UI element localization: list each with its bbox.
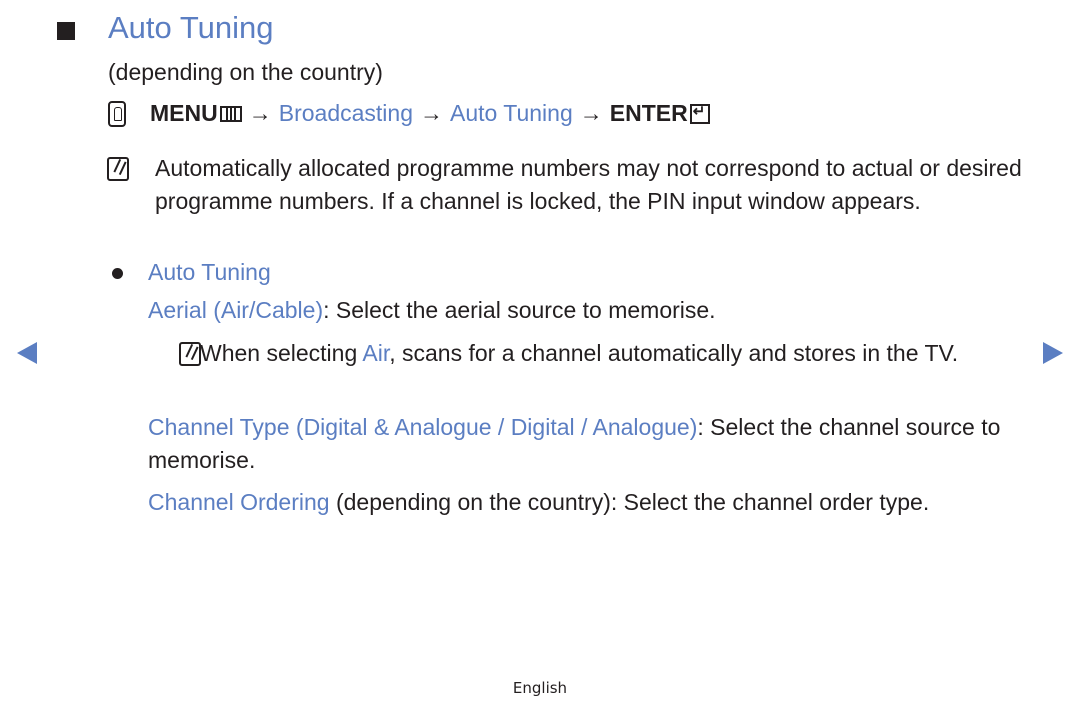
enter-label: ENTER — [609, 100, 688, 126]
bullet-icon — [112, 268, 123, 279]
menu-icon — [219, 105, 242, 122]
note-icon — [107, 157, 129, 181]
air-note-text-end: , scans for a channel automatically and … — [389, 340, 959, 366]
previous-page-icon[interactable] — [17, 342, 37, 364]
air-highlight: Air — [362, 340, 390, 366]
path-auto-tuning[interactable]: Auto Tuning — [450, 100, 573, 127]
channel-ordering-option: Channel Ordering (depending on the count… — [148, 486, 929, 519]
note-icon — [179, 342, 202, 366]
section-title: Auto Tuning — [148, 259, 271, 285]
enter-icon — [689, 102, 710, 124]
aerial-description: : Select the aerial source to memorise. — [323, 297, 716, 323]
air-note-text: When selecting — [200, 340, 363, 366]
channel-ordering-description: (depending on the country): Select the c… — [329, 489, 930, 515]
aerial-label: Aerial (Air/Cable) — [148, 297, 324, 323]
path-broadcasting[interactable]: Broadcasting — [279, 100, 413, 127]
menu-path: MENU → Broadcasting → Auto Tuning → ENTE… — [108, 100, 710, 127]
channel-type-option: Channel Type (Digital & Analogue / Digit… — [148, 411, 1038, 477]
path-arrow: → — [248, 100, 272, 126]
channel-ordering-label: Channel Ordering — [148, 489, 330, 515]
path-arrow: → — [579, 100, 603, 126]
footer-language: English — [512, 679, 568, 697]
channel-type-label: Channel Type (Digital & Analogue / Digit… — [148, 414, 698, 440]
path-arrow: → — [419, 100, 443, 126]
air-note: When selecting Air, scans for a channel … — [200, 337, 1020, 370]
page-subtitle: (depending on the country) — [108, 59, 383, 85]
page-title: Auto Tuning — [108, 10, 274, 45]
heading-square-icon — [57, 22, 75, 40]
menu-label: MENU — [150, 100, 218, 126]
next-page-icon[interactable] — [1043, 342, 1063, 364]
aerial-option: Aerial (Air/Cable): Select the aerial so… — [148, 294, 716, 327]
note-text: Automatically allocated programme number… — [155, 155, 1022, 214]
touch-hand-icon — [108, 100, 126, 127]
